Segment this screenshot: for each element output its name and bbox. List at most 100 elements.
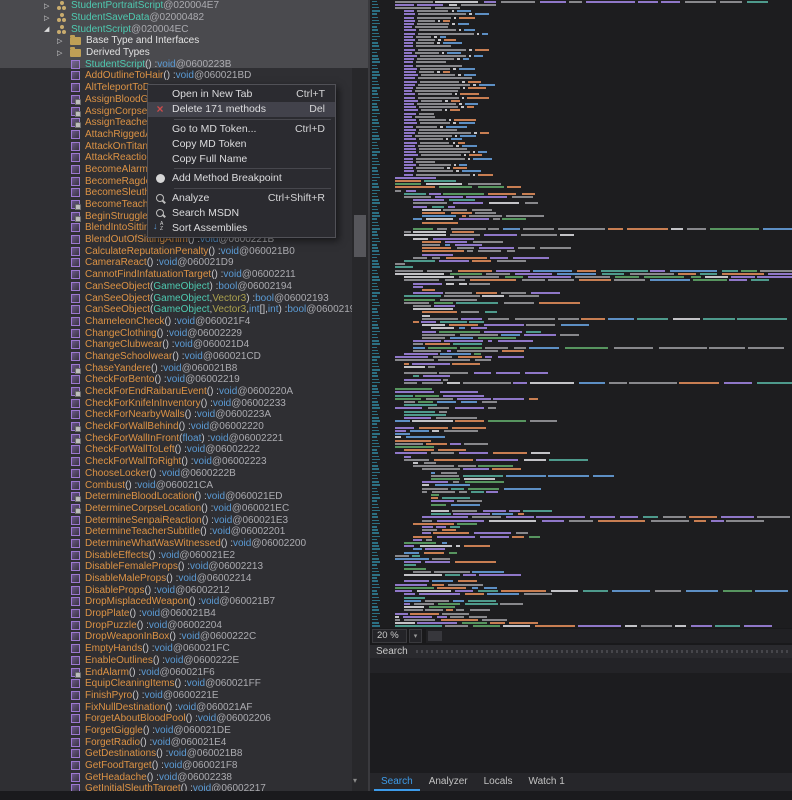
code-line-fragment — [437, 587, 466, 589]
panel-splitter[interactable] — [368, 0, 370, 800]
line-number-mark — [372, 1, 377, 3]
menu-item-open-in-new-tab[interactable]: Open in New TabCtrl+T — [148, 87, 335, 102]
line-number-mark — [372, 23, 380, 25]
tree-item[interactable]: EnableOutlines() : void @0600222E — [0, 655, 352, 667]
tree-item[interactable]: DisableEffects() : void @060021E2 — [0, 549, 352, 561]
tree-item[interactable]: StudentScript() : void @0600223B — [0, 58, 352, 70]
menu-item-sort-assemblies[interactable]: ↓AZSort Assemblies — [148, 220, 335, 235]
code-line-fragment — [445, 109, 448, 111]
tree-item[interactable]: CheckForKnifeInInventory() : void @06002… — [0, 397, 352, 409]
tree-item[interactable]: CheckForWallInFront(float) : void @06002… — [0, 432, 352, 444]
tree-item[interactable]: ▷Base Type and Interfaces — [0, 35, 352, 47]
code-line-fragment — [420, 55, 466, 57]
tree-item[interactable]: CanSeeObject(GameObject, Vector3) : bool… — [0, 292, 352, 304]
search-column-header[interactable]: Search — [370, 645, 792, 658]
tree-item[interactable]: CalculateReputationPenalty() : void @060… — [0, 245, 352, 257]
tree-item[interactable]: ChangeClothing() : void @06002229 — [0, 327, 352, 339]
tree-item[interactable]: DropWeaponInBox() : void @0600222C — [0, 631, 352, 643]
tree-item[interactable]: DropPuzzle() : void @06002204 — [0, 619, 352, 631]
tree-item[interactable]: DetermineCorpseLocation() : void @060021… — [0, 503, 352, 515]
tree-item[interactable]: ▷StudentPortraitScript @020004E7 — [0, 0, 352, 12]
tree-item[interactable]: AddOutlineToHair() : void @060021BD — [0, 70, 352, 82]
tree-item[interactable]: FixNullDestination() : void @060021AF — [0, 701, 352, 713]
tree-item[interactable]: CheckForEndRaibaruEvent() : void @060022… — [0, 386, 352, 398]
code-line-fragment — [542, 520, 564, 522]
tree-item[interactable]: CheckForBento() : void @06002219 — [0, 374, 352, 386]
tab-scroll-arrow-icon[interactable]: ▾ — [353, 776, 357, 785]
editor-zoom-level[interactable]: 20 % — [372, 629, 407, 643]
tree-item[interactable]: CanSeeObject(GameObject) : bool @0600219… — [0, 281, 352, 293]
expander-collapsed-icon[interactable]: ▷ — [44, 14, 57, 22]
tree-item[interactable]: DetermineTeacherSubtitle() : void @06002… — [0, 526, 352, 538]
tree-item[interactable]: ChangeClubwear() : void @060021D4 — [0, 339, 352, 351]
tree-item[interactable]: CannotFindInfatuationTarget() : void @06… — [0, 269, 352, 281]
tree-item[interactable]: DisableFemaleProps() : void @06002213 — [0, 561, 352, 573]
tree-item[interactable]: DropMisplacedWeapon() : void @060021B7 — [0, 596, 352, 608]
tree-item[interactable]: FinishPyro() : void @0600221E — [0, 690, 352, 702]
tab-watch-1[interactable]: Watch 1 — [522, 774, 572, 791]
tree-item[interactable]: DisableMaleProps() : void @06002214 — [0, 573, 352, 585]
tree-item[interactable]: ChaseYandere() : void @060021B8 — [0, 362, 352, 374]
menu-item-delete-171-methods[interactable]: ×Delete 171 methodsDel — [148, 102, 335, 117]
code-line-fragment — [456, 145, 459, 147]
horizontal-scrollbar-track[interactable] — [426, 629, 792, 643]
tree-item[interactable]: ChooseLocker() : void @0600222B — [0, 468, 352, 480]
menu-item-copy-md-token[interactable]: Copy MD Token — [148, 136, 335, 151]
menu-item-add-method-breakpoint[interactable]: Add Method Breakpoint — [148, 171, 335, 186]
tree-item[interactable]: Combust() : void @060021CA — [0, 479, 352, 491]
tree-item[interactable]: DetermineSenpaiReaction() : void @060021… — [0, 514, 352, 526]
tree-item-text: void — [164, 760, 182, 771]
horizontal-scrollbar-thumb[interactable] — [428, 631, 442, 641]
menu-item-go-to-md-token[interactable]: Go to MD Token...Ctrl+D — [148, 122, 335, 137]
tree-item[interactable]: GetHeadache() : void @06002238 — [0, 771, 352, 783]
line-number-mark — [372, 327, 379, 329]
expander-collapsed-icon[interactable]: ▷ — [57, 49, 70, 57]
tree-item[interactable]: DropPlate() : void @060021B4 — [0, 608, 352, 620]
tree-item[interactable]: CheckForWallBehind() : void @06002220 — [0, 421, 352, 433]
tree-item[interactable]: CanSeeObject(GameObject, Vector3, int[],… — [0, 304, 352, 316]
tree-scrollbar-track[interactable] — [352, 0, 368, 791]
zoom-dropdown-button[interactable]: ▾ — [409, 629, 422, 643]
expander-collapsed-icon[interactable]: ▷ — [57, 37, 70, 45]
method-icon — [71, 270, 80, 279]
menu-item-copy-full-name[interactable]: Copy Full Name — [148, 151, 335, 166]
tree-item[interactable]: DetermineBloodLocation() : void @060021E… — [0, 491, 352, 503]
code-line-fragment — [413, 347, 425, 349]
tree-item[interactable]: CameraReact() : void @060021D9 — [0, 257, 352, 269]
tree-item[interactable]: CheckForNearbyWalls() : void @0600223A — [0, 409, 352, 421]
tree-item[interactable]: ForgetRadio() : void @060021E4 — [0, 736, 352, 748]
tree-item[interactable]: ▷StudentSaveData @02000482 — [0, 12, 352, 24]
line-number-mark — [372, 587, 380, 589]
tree-item[interactable]: ForgetGiggle() : void @060021DE — [0, 725, 352, 737]
tree-item-text: @06002194 — [237, 281, 292, 292]
tree-item[interactable]: EquipCleaningItems() : void @060021FF — [0, 678, 352, 690]
tree-item-text: DropPlate — [85, 608, 129, 619]
tree-item[interactable]: EmptyHands() : void @060021FC — [0, 643, 352, 655]
tree-scrollbar-thumb[interactable] — [354, 215, 366, 257]
tab-analyzer[interactable]: Analyzer — [422, 774, 475, 791]
tree-item[interactable]: CheckForWallToRight() : void @06002223 — [0, 456, 352, 468]
code-line-fragment — [505, 276, 523, 278]
tab-search[interactable]: Search — [374, 774, 420, 791]
decompiled-code-editor[interactable] — [370, 0, 792, 628]
expander-collapsed-icon[interactable]: ▷ — [44, 2, 57, 10]
tree-item[interactable]: DisableProps() : void @06002212 — [0, 584, 352, 596]
tree-item[interactable]: ▷Derived Types — [0, 47, 352, 59]
menu-item-analyze[interactable]: AnalyzeCtrl+Shift+R — [148, 191, 335, 206]
tree-item[interactable]: ChangeSchoolwear() : void @060021CD — [0, 351, 352, 363]
tree-item[interactable]: ForgetAboutBloodPool() : void @06002206 — [0, 713, 352, 725]
code-line-fragment — [459, 452, 488, 454]
search-input-row[interactable] — [370, 658, 792, 673]
tree-item[interactable]: EndAlarm() : void @060021F6 — [0, 666, 352, 678]
menu-item-search-msdn[interactable]: Search MSDN — [148, 206, 335, 221]
expander-expanded-icon[interactable]: ◢ — [44, 25, 57, 33]
tab-locals[interactable]: Locals — [477, 774, 520, 791]
tree-item[interactable]: DetermineWhatWasWitnessed() : void @0600… — [0, 538, 352, 550]
tree-item[interactable]: ChameleonCheck() : void @060021F4 — [0, 316, 352, 328]
tree-item[interactable]: GetDestinations() : void @060021B8 — [0, 748, 352, 760]
tree-item[interactable]: GetFoodTarget() : void @060021F8 — [0, 760, 352, 772]
code-line-fragment — [427, 270, 452, 272]
tree-item[interactable]: GetInitialSleuthTarget() : void @0600221… — [0, 783, 352, 791]
tree-item[interactable]: ◢StudentScript @020004EC — [0, 23, 352, 35]
tree-item[interactable]: CheckForWallToLeft() : void @06002222 — [0, 444, 352, 456]
